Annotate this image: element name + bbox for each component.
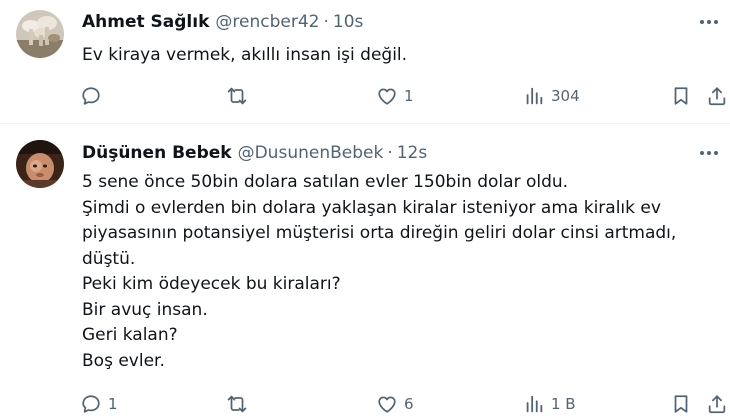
- timestamp[interactable]: 12s: [397, 143, 428, 163]
- retweet-icon: [226, 393, 248, 415]
- more-options-icon[interactable]: [696, 12, 722, 32]
- bookmark-button[interactable]: [670, 84, 692, 108]
- bookmark-icon: [670, 393, 692, 415]
- bookmark-button[interactable]: [670, 392, 692, 416]
- separator-dot: ·: [387, 143, 393, 163]
- tweet-text-line: piyasasının potansiyel müşterisi orta di…: [82, 223, 677, 243]
- tweet-text-line: Boş evler.: [82, 350, 165, 371]
- display-name[interactable]: Ahmet Sağlık: [82, 12, 209, 32]
- view-count: 304: [551, 87, 580, 105]
- tweet-header: Düşünen Bebek @DusunenBebek · 12s: [82, 142, 427, 164]
- views-button[interactable]: 1 B: [523, 392, 576, 416]
- user-handle[interactable]: @DusunenBebek: [238, 143, 384, 163]
- retweet-icon: [226, 85, 248, 107]
- view-count: 1 B: [551, 395, 576, 413]
- timestamp[interactable]: 10s: [333, 12, 364, 32]
- tweet-text-line: Geri kalan?: [82, 325, 178, 345]
- like-button[interactable]: 6: [376, 392, 414, 416]
- avatar[interactable]: [16, 140, 64, 188]
- more-options-icon[interactable]: [696, 143, 722, 163]
- tweet-text: Ev kiraya vermek, akıllı insan işi değil…: [82, 43, 690, 69]
- avatar[interactable]: [16, 10, 64, 58]
- tweet-text-line: Bir avuç insan.: [82, 299, 208, 320]
- tweet[interactable]: Ahmet Sağlık @rencber42 · 10s Ev kiraya …: [0, 0, 730, 124]
- separator-dot: ·: [323, 12, 329, 32]
- tweet-text: 5 sene önce 50bin dolara satılan evler 1…: [82, 170, 690, 374]
- analytics-icon: [523, 393, 545, 415]
- share-icon: [706, 393, 728, 415]
- tweet[interactable]: Düşünen Bebek @DusunenBebek · 12s 5 sene…: [0, 124, 730, 420]
- reply-icon: [80, 393, 102, 415]
- tweet-text-line: Peki kim ödeyecek bu kiraları?: [82, 274, 341, 294]
- action-bar: 1 304: [80, 84, 726, 108]
- tweet-text-line: Şimdi o evlerden bin dolara yaklaşan kir…: [82, 197, 661, 218]
- reply-count: 1: [108, 395, 118, 413]
- tweet-header: Ahmet Sağlık @rencber42 · 10s: [82, 11, 363, 33]
- tweet-text-line: düştü.: [82, 248, 136, 269]
- share-button[interactable]: [706, 392, 728, 416]
- heart-icon: [376, 393, 398, 415]
- reply-button[interactable]: 1: [80, 392, 118, 416]
- reply-icon: [80, 85, 102, 107]
- retweet-button[interactable]: [226, 84, 254, 108]
- like-count: 1: [404, 87, 414, 105]
- analytics-icon: [523, 85, 545, 107]
- share-icon: [706, 85, 728, 107]
- tweet-text-line: 5 sene önce 50bin dolara satılan evler 1…: [82, 172, 569, 192]
- like-count: 6: [404, 395, 414, 413]
- bookmark-icon: [670, 85, 692, 107]
- action-bar: 1 6 1 B: [80, 392, 726, 416]
- display-name[interactable]: Düşünen Bebek: [82, 143, 232, 163]
- retweet-button[interactable]: [226, 392, 254, 416]
- heart-icon: [376, 85, 398, 107]
- user-handle[interactable]: @rencber42: [215, 12, 319, 32]
- reply-button[interactable]: [80, 84, 108, 108]
- share-button[interactable]: [706, 84, 728, 108]
- like-button[interactable]: 1: [376, 84, 414, 108]
- tweet-text-line: Ev kiraya vermek, akıllı insan işi değil…: [82, 45, 408, 65]
- views-button[interactable]: 304: [523, 84, 580, 108]
